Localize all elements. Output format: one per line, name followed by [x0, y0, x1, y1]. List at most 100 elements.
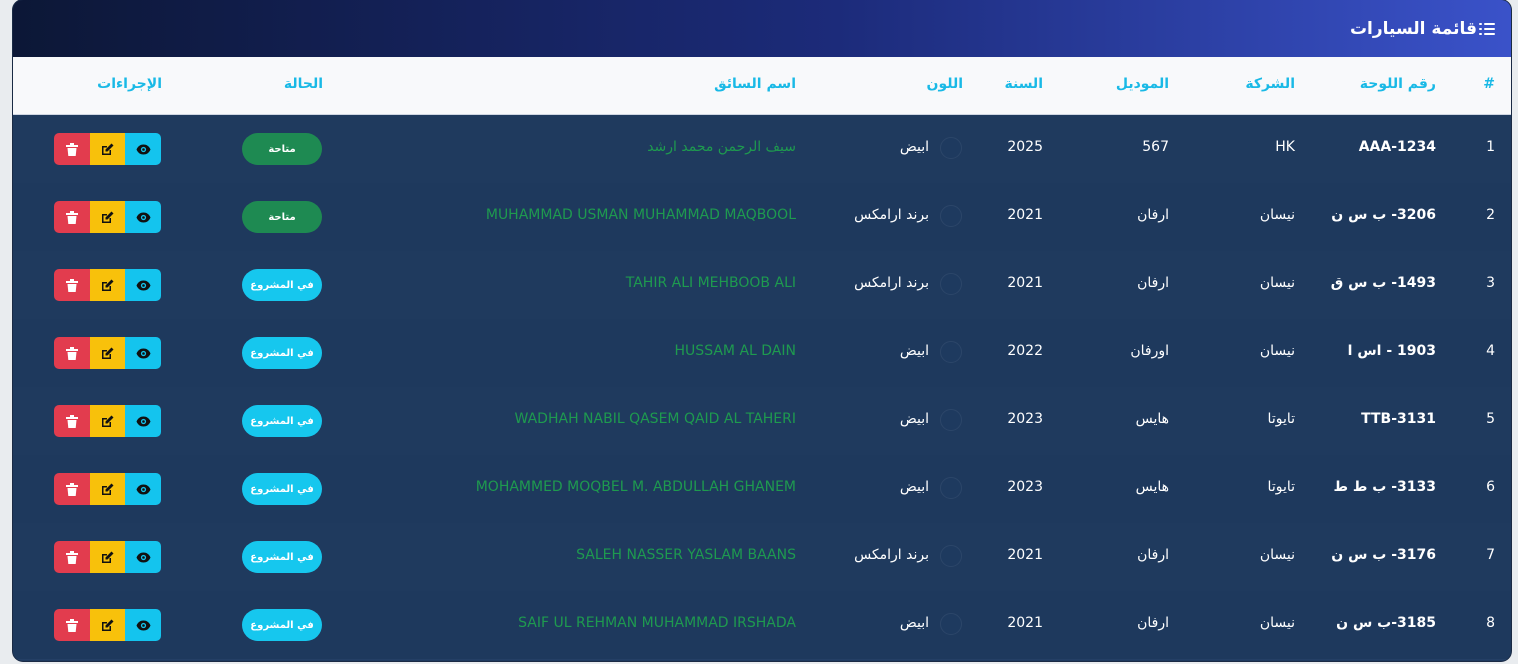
view-button[interactable]: [125, 473, 161, 505]
view-button[interactable]: [125, 269, 161, 301]
plate-number: 1493- ب س ق: [1330, 275, 1436, 291]
delete-button[interactable]: [54, 337, 90, 369]
eye-icon: [136, 484, 151, 494]
edit-icon: [102, 143, 114, 155]
col-model[interactable]: الموديل: [1116, 76, 1169, 92]
page-title-text: قائمة السيارات: [1349, 18, 1477, 39]
plate-number: 3133- ب ط ط: [1333, 479, 1436, 495]
edit-button[interactable]: [89, 133, 126, 165]
status-badge: في المشروع: [242, 269, 322, 301]
col-company[interactable]: الشركة: [1245, 76, 1295, 92]
trash-icon: [65, 550, 78, 564]
row-actions: [54, 405, 161, 437]
delete-button[interactable]: [54, 541, 90, 573]
edit-icon: [102, 415, 114, 427]
delete-button[interactable]: [54, 473, 90, 505]
driver-name[interactable]: SAIF UL REHMAN MUHAMMAD IRSHADA: [518, 615, 796, 631]
col-driver[interactable]: اسم السائق: [714, 76, 796, 92]
row-actions: [54, 473, 161, 505]
eye-icon: [136, 416, 151, 426]
view-button[interactable]: [125, 541, 161, 573]
color-swatch: [940, 137, 962, 159]
color-name: برند ارامكس: [854, 275, 929, 291]
driver-name[interactable]: MOHAMMED MOQBEL M. ABDULLAH GHANEM: [476, 479, 796, 495]
view-button[interactable]: [125, 405, 161, 437]
plate-number: 3185-ب س ن: [1336, 615, 1436, 631]
edit-button[interactable]: [89, 337, 126, 369]
table-row: 1 AAA-1234 HK 567 2025 ابيض سيف الرحمن م…: [13, 115, 1511, 184]
color-swatch: [940, 613, 962, 635]
delete-button[interactable]: [54, 133, 90, 165]
edit-icon: [102, 619, 114, 631]
edit-button[interactable]: [89, 201, 126, 233]
trash-icon: [65, 210, 78, 224]
company: نيسان: [1259, 615, 1295, 631]
driver-name[interactable]: HUSSAM AL DAIN: [675, 343, 796, 359]
trash-icon: [65, 278, 78, 292]
col-color[interactable]: اللون: [927, 76, 964, 92]
year: 2021: [1007, 615, 1043, 631]
plate-number: TTB-3131: [1361, 411, 1436, 427]
plate-number: 3176- ب س ن: [1331, 547, 1436, 563]
table-row: 4 1903 - اس ا نيسان اورفان 2022 ابيض HUS…: [13, 319, 1511, 388]
year: 2021: [1007, 275, 1043, 291]
view-button[interactable]: [125, 337, 161, 369]
col-year[interactable]: السنة: [1004, 76, 1043, 92]
col-index: #: [1483, 76, 1495, 92]
edit-button[interactable]: [89, 473, 126, 505]
view-button[interactable]: [125, 133, 161, 165]
row-index: 7: [1486, 547, 1495, 563]
driver-name[interactable]: سيف الرحمن محمد ارشد: [647, 139, 796, 155]
edit-button[interactable]: [89, 609, 126, 641]
row-actions: [54, 201, 161, 233]
row-actions: [54, 609, 161, 641]
color-swatch: [940, 273, 962, 295]
edit-button[interactable]: [89, 541, 126, 573]
col-status[interactable]: الحالة: [284, 76, 323, 92]
table-row: 5 TTB-3131 تايوتا هايس 2023 ابيض WADHAH …: [13, 387, 1511, 456]
driver-name[interactable]: SALEH NASSER YASLAM BAANS: [576, 547, 796, 563]
table-row: 7 3176- ب س ن نيسان ارفان 2021 برند ارام…: [13, 523, 1511, 592]
table-row: 8 3185-ب س ن نيسان ارفان 2021 ابيض SAIF …: [13, 591, 1511, 660]
model: اورفان: [1130, 343, 1169, 359]
model: ارفان: [1137, 275, 1169, 291]
status-badge: متاحة: [242, 133, 322, 165]
delete-button[interactable]: [54, 609, 90, 641]
row-actions: [54, 337, 161, 369]
color-swatch: [940, 341, 962, 363]
driver-name[interactable]: TAHIR ALI MEHBOOB ALI: [626, 275, 796, 291]
delete-button[interactable]: [54, 201, 90, 233]
col-plate[interactable]: رقم اللوحة: [1360, 76, 1436, 92]
driver-name[interactable]: MUHAMMAD USMAN MUHAMMAD MAQBOOL: [486, 207, 796, 223]
eye-icon: [136, 552, 151, 562]
row-index: 8: [1486, 615, 1495, 631]
driver-name[interactable]: WADHAH NABIL QASEM QAID AL TAHERI: [515, 411, 796, 427]
plate-number: 3206- ب س ن: [1331, 207, 1436, 223]
view-button[interactable]: [125, 201, 161, 233]
row-actions: [54, 133, 161, 165]
trash-icon: [65, 142, 78, 156]
edit-icon: [102, 551, 114, 563]
year: 2021: [1007, 207, 1043, 223]
edit-button[interactable]: [89, 269, 126, 301]
view-button[interactable]: [125, 609, 161, 641]
eye-icon: [136, 620, 151, 630]
company: تايوتا: [1267, 411, 1295, 427]
eye-icon: [136, 144, 151, 154]
row-index: 3: [1486, 275, 1495, 291]
edit-icon: [102, 483, 114, 495]
trash-icon: [65, 482, 78, 496]
company: نيسان: [1259, 343, 1295, 359]
status-badge: في المشروع: [242, 609, 322, 641]
year: 2021: [1007, 547, 1043, 563]
company: تايوتا: [1267, 479, 1295, 495]
delete-button[interactable]: [54, 405, 90, 437]
delete-button[interactable]: [54, 269, 90, 301]
color-swatch: [940, 545, 962, 567]
model: هايس: [1135, 479, 1169, 495]
color-swatch: [940, 205, 962, 227]
edit-icon: [102, 211, 114, 223]
edit-button[interactable]: [89, 405, 126, 437]
list-icon: [1479, 22, 1495, 36]
color-name: ابيض: [899, 411, 929, 427]
